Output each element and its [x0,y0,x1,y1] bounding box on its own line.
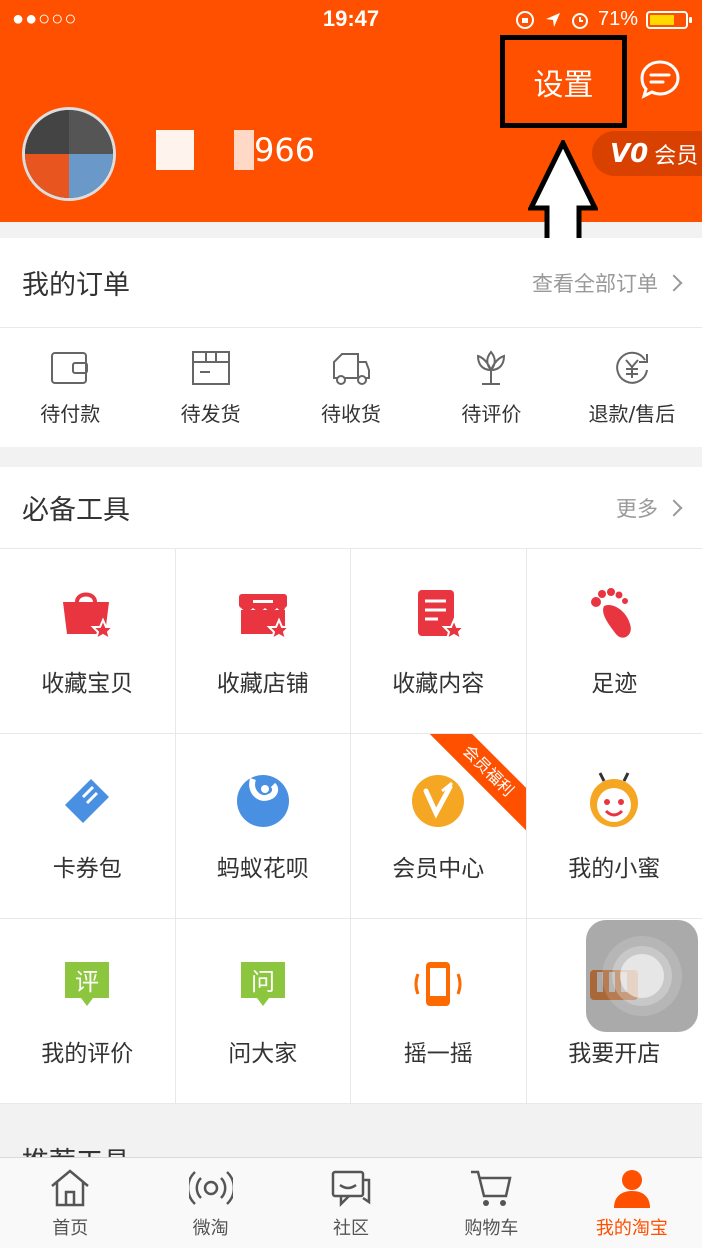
flower-icon [477,350,506,385]
tool-label: 我的评价 [41,1041,134,1067]
tab-label: 微淘 [192,1218,229,1239]
member-level: V0 [610,138,649,169]
assistive-touch-icon [602,936,682,1016]
cart-icon [471,1170,512,1206]
tool-label: 我的小蜜 [568,856,661,882]
tool-favorite-items[interactable]: 收藏宝贝 [0,549,176,734]
tool-huabei[interactable]: 蚂蚁花呗 [175,734,351,919]
broadcast-icon [188,1171,233,1205]
avatar[interactable] [22,107,116,201]
tab-my-taobao[interactable]: 我的淘宝 [562,1158,702,1248]
chevron-right-icon [665,499,683,516]
tab-label: 社区 [333,1218,370,1239]
order-pending-shipment[interactable]: 待发货 [140,328,280,447]
member-label: 会员 [654,143,699,169]
huabei-icon [236,775,289,827]
tab-weitao[interactable]: 微淘 [140,1158,280,1248]
member-badge[interactable]: V0 会员 [592,131,702,176]
battery-icon [646,10,692,29]
shake-phone-icon [414,962,462,1006]
location-icon [545,12,560,27]
tab-cart[interactable]: 购物车 [421,1158,561,1248]
home-icon [51,1169,90,1207]
tool-label: 收藏内容 [392,671,485,697]
order-item-label: 待收货 [321,402,382,426]
wallet-icon [51,352,89,384]
refund-icon [616,351,648,384]
svg-text:评: 评 [75,968,99,996]
tool-label: 蚂蚁花呗 [216,856,309,882]
tool-footprint[interactable]: 足迹 [526,549,702,734]
message-icon[interactable] [638,58,682,102]
orders-card: 我的订单 查看全部订单 待付款 待发货 待收货 待评价 退款/售后 [0,238,702,447]
battery-percent: 71% [597,8,638,30]
order-item-label: 待付款 [40,402,101,426]
coupon-icon [65,779,110,823]
chevron-right-icon [665,274,683,291]
assistant-bee-icon [590,772,639,827]
tool-label: 会员中心 [392,856,485,882]
assistive-touch-button[interactable] [586,920,698,1032]
rotation-lock-icon [515,10,534,29]
tool-coupons[interactable]: 卡券包 [0,734,176,919]
tool-label: 足迹 [591,671,638,697]
order-pending-payment[interactable]: 待付款 [0,328,140,447]
more-tools-label: 更多 [616,496,658,521]
view-all-orders-label: 查看全部订单 [532,271,658,296]
tab-label: 首页 [52,1218,89,1239]
tools-title: 必备工具 [22,495,130,526]
tab-community[interactable]: 社区 [281,1158,421,1248]
order-item-label: 退款/售后 [588,402,676,426]
tool-ask-everyone[interactable]: 问 问大家 [175,919,351,1104]
tool-label: 问大家 [228,1041,298,1067]
tool-favorite-content[interactable]: 收藏内容 [351,549,527,734]
view-all-orders-link[interactable]: 查看全部订单 [532,268,683,298]
tab-label: 购物车 [464,1218,519,1239]
favorite-item-icon [63,592,116,642]
footprint-icon [591,588,632,638]
truck-icon [333,353,371,385]
order-item-label: 待评价 [461,402,522,426]
tool-label: 我要开店 [568,1041,661,1067]
orders-title: 我的订单 [22,270,130,301]
chat-icon [331,1170,371,1208]
tool-favorite-shops[interactable]: 收藏店铺 [175,549,351,734]
tool-label: 摇一摇 [403,1041,473,1067]
package-icon [191,351,230,385]
tab-label: 我的淘宝 [595,1218,668,1239]
settings-button[interactable]: 设置 [500,35,627,128]
tool-assistant[interactable]: 我的小蜜 [526,734,702,919]
order-refund[interactable]: 退款/售后 [562,328,702,447]
order-pending-review[interactable]: 待评价 [421,328,561,447]
ask-icon: 问 [240,962,285,1006]
username-text: 966 [254,131,316,169]
order-item-label: 待发货 [180,402,241,426]
profile-icon [613,1170,650,1208]
svg-text:问: 问 [251,968,275,996]
member-center-icon [412,775,465,827]
order-pending-receipt[interactable]: 待收货 [281,328,421,447]
tool-shake[interactable]: 摇一摇 [351,919,527,1104]
tool-label: 收藏宝贝 [41,671,134,697]
status-bar: ●●○○○ 19:47 71% [0,6,702,36]
tool-label: 收藏店铺 [216,671,309,697]
username[interactable]: 966 [156,130,315,170]
more-tools-link[interactable]: 更多 [616,493,683,523]
favorite-shop-icon [238,594,292,642]
review-icon: 评 [65,962,110,1006]
tool-label: 卡券包 [52,856,122,882]
tool-my-reviews[interactable]: 评 我的评价 [0,919,176,1104]
tab-home[interactable]: 首页 [0,1158,140,1248]
alarm-icon [571,12,588,29]
tool-member-center[interactable]: 会员福利 会员中心 [351,734,527,919]
tab-bar: 首页 微淘 社区 购物车 我的淘宝 [0,1157,702,1248]
favorite-content-icon [418,590,467,642]
